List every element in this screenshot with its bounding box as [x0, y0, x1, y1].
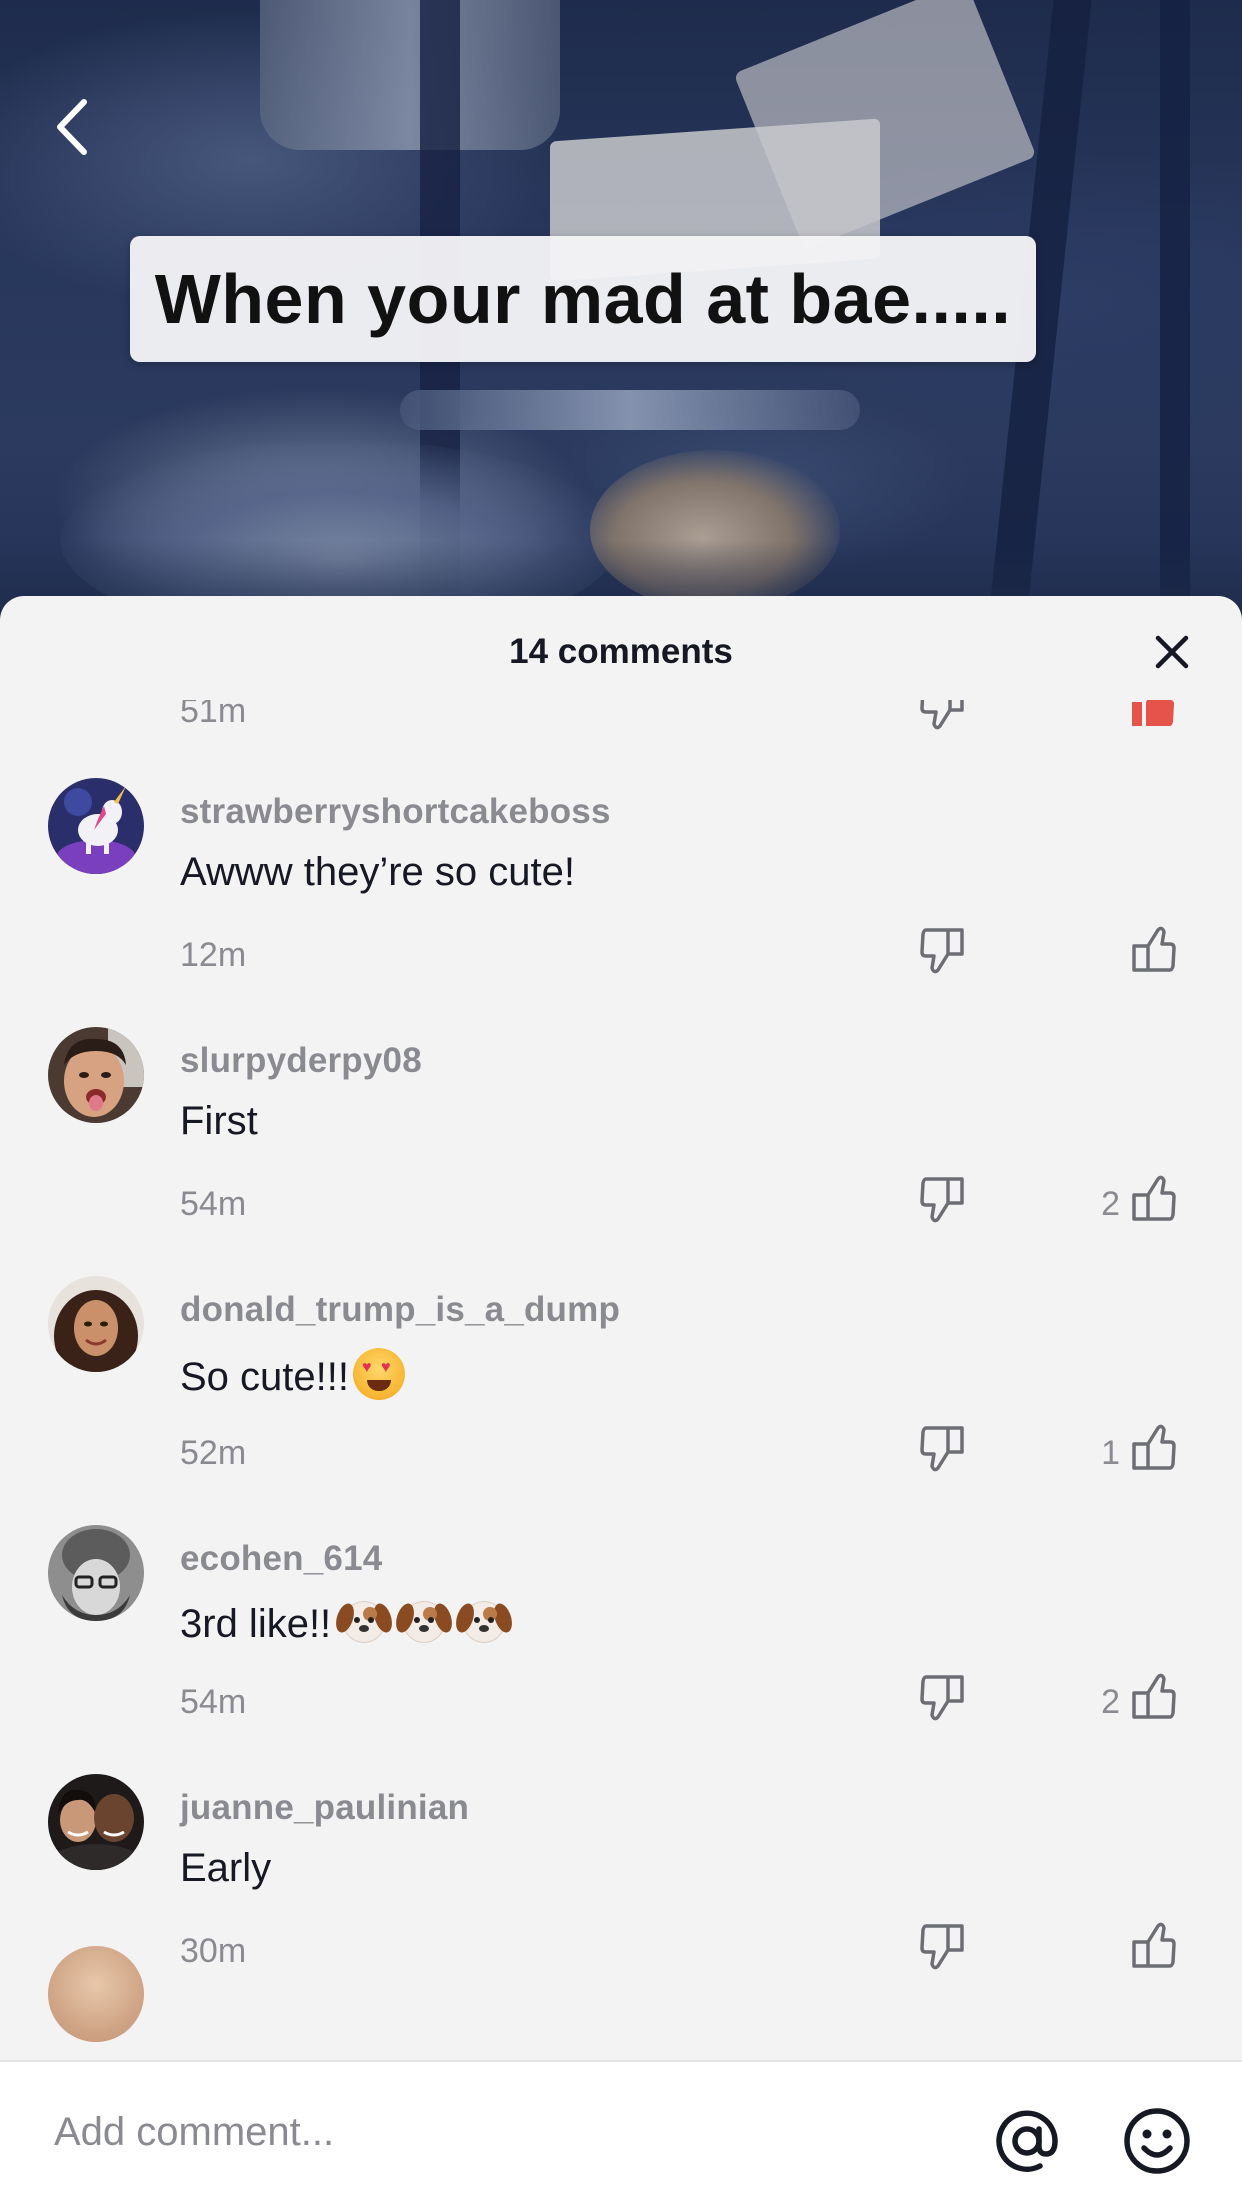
thumbs-down-icon[interactable]	[918, 1920, 968, 1974]
thumbs-up-icon[interactable]	[1128, 1918, 1178, 1972]
unicorn-avatar-image	[48, 778, 144, 874]
comment-username[interactable]: slurpyderpy08	[180, 1041, 422, 1081]
comment-text: First	[180, 1099, 258, 1143]
close-icon	[1155, 635, 1189, 669]
smiley-icon	[1124, 2108, 1190, 2174]
user-avatar-image	[48, 1027, 144, 1123]
list-item: donald_trump_is_a_dump So cute!!! ♥ ♥ 52m …	[0, 1198, 1242, 1472]
at-sign-icon	[996, 2110, 1058, 2172]
avatar[interactable]	[48, 1774, 144, 1870]
comment-text-content: 3rd like!!	[180, 1602, 332, 1646]
close-button[interactable]	[1152, 632, 1192, 672]
list-item: juanne_paulinian Early 30m	[0, 1696, 1242, 1970]
comment-input-bar: Add comment...	[0, 2060, 1242, 2208]
sheet-header: 14 comments	[0, 596, 1242, 716]
user-avatar-image	[48, 1774, 144, 1870]
comments-count-title: 14 comments	[509, 632, 733, 671]
video-scene-object	[260, 0, 560, 150]
video-player[interactable]: When your mad at bae.....	[0, 0, 1242, 640]
list-item: strawberryshortcakeboss Awww they’re so …	[0, 700, 1242, 974]
comment-username[interactable]: ecohen_614	[180, 1539, 382, 1579]
avatar[interactable]	[48, 778, 144, 874]
video-scene-object	[400, 390, 860, 430]
list-item: slurpyderpy08 First 54m 2	[0, 949, 1242, 1223]
back-button[interactable]	[44, 92, 100, 162]
add-comment-input[interactable]: Add comment...	[54, 2110, 334, 2155]
comment-username[interactable]: donald_trump_is_a_dump	[180, 1290, 620, 1330]
comment-text-content: So cute!!!	[180, 1355, 349, 1399]
comment-text: 3rd like!!	[180, 1597, 516, 1647]
video-caption: When your mad at bae.....	[130, 236, 1036, 362]
comment-username[interactable]: strawberryshortcakeboss	[180, 792, 611, 832]
avatar[interactable]	[48, 1027, 144, 1123]
comments-list[interactable]: 51m strawberryshortcakeboss Awww they’re…	[0, 700, 1242, 2066]
comment-text: So cute!!! ♥ ♥	[180, 1348, 405, 1400]
comment-username[interactable]: juanne_paulinian	[180, 1788, 469, 1828]
dog-face-emoji-icon	[332, 1597, 396, 1647]
comments-sheet: 14 comments 51m strawberryshortcakeboss …	[0, 596, 1242, 2208]
comment-text: Early	[180, 1846, 272, 1890]
chevron-left-icon	[57, 99, 87, 155]
user-avatar-image	[48, 1276, 144, 1372]
emoji-button[interactable]	[1122, 2106, 1192, 2176]
list-item: ecohen_614 3rd like!! 54m 2	[0, 1447, 1242, 1721]
dog-face-emoji-icon	[452, 1597, 516, 1647]
comment-time: 30m	[180, 1932, 247, 1970]
user-avatar-image	[48, 1525, 144, 1621]
mention-button[interactable]	[992, 2106, 1062, 2176]
comment-text: Awww they’re so cute!	[180, 850, 575, 894]
avatar[interactable]	[48, 1276, 144, 1372]
avatar[interactable]	[48, 1946, 144, 2042]
heart-eyes-emoji-icon: ♥ ♥	[352, 1348, 405, 1400]
dog-face-emoji-icon	[392, 1597, 456, 1647]
avatar[interactable]	[48, 1525, 144, 1621]
